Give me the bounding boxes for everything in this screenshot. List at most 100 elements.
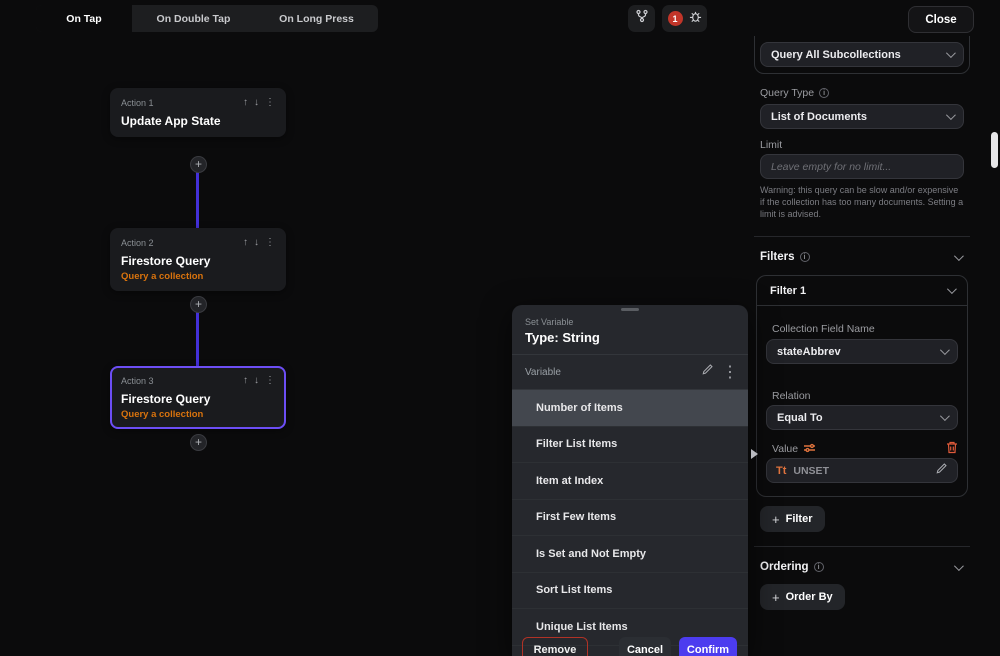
chevron-down-icon [940, 345, 950, 355]
chevron-down-icon [946, 110, 956, 120]
field-name-label: Collection Field Name [772, 323, 875, 335]
action-card-3[interactable]: Action 3 ↑ ↓ ⋮ Firestore Query Query a c… [110, 366, 286, 429]
action-index-label: Action 2 [121, 238, 154, 248]
value-label-row: Value [772, 441, 958, 457]
subcollections-dropdown[interactable]: Query All Subcollections [760, 42, 964, 67]
popup-footer: Remove Cancel Confirm [512, 637, 748, 656]
move-up-icon[interactable]: ↑ [243, 237, 248, 248]
value-field[interactable]: Tt UNSET [766, 458, 958, 483]
divider [754, 546, 970, 547]
add-action-button[interactable]: + [190, 434, 207, 451]
query-type-dropdown[interactable]: List of Documents [760, 104, 964, 129]
chevron-down-icon [940, 411, 950, 421]
subcollections-value: Query All Subcollections [771, 49, 901, 61]
branch-icon [635, 9, 649, 28]
filters-collapse-chevron[interactable] [954, 251, 964, 261]
top-bar: On Tap On Double Tap On Long Press 1 Clo… [0, 0, 1000, 36]
query-type-value: List of Documents [771, 111, 867, 123]
limit-label: Limit [760, 139, 782, 151]
field-name-dropdown[interactable]: stateAbbrev [766, 339, 958, 364]
value-unset-text: UNSET [793, 465, 829, 477]
move-up-icon[interactable]: ↑ [243, 97, 248, 108]
option-item-at-index[interactable]: Item at Index [512, 463, 748, 500]
action-title: Firestore Query [121, 254, 275, 268]
set-from-variable-icon[interactable] [803, 443, 816, 456]
kebab-menu-icon[interactable]: ⋮ [722, 362, 738, 382]
delete-filter-icon[interactable] [946, 441, 958, 457]
action-index-label: Action 1 [121, 98, 154, 108]
issues-button[interactable]: 1 [662, 5, 707, 32]
relation-label: Relation [772, 390, 811, 402]
divider [754, 236, 970, 237]
option-first-few-items[interactable]: First Few Items [512, 500, 748, 537]
info-icon[interactable]: i [814, 562, 824, 572]
action-index-label: Action 3 [121, 376, 154, 386]
option-filter-list-items[interactable]: Filter List Items [512, 427, 748, 464]
popup-kicker: Set Variable [525, 317, 735, 327]
chevron-down-icon [947, 284, 957, 294]
text-type-icon: Tt [776, 465, 786, 477]
add-action-button[interactable]: + [190, 156, 207, 173]
ordering-section-header[interactable]: Ordering i [760, 561, 824, 573]
drag-handle[interactable] [621, 308, 639, 311]
panel-collapse-arrow[interactable] [751, 449, 758, 459]
move-down-icon[interactable]: ↓ [254, 97, 259, 108]
cancel-button[interactable]: Cancel [619, 637, 671, 656]
query-settings-panel: Query All Subcollections Query Type i Li… [748, 0, 990, 656]
plus-icon: + [772, 512, 780, 527]
option-number-of-items[interactable]: Number of Items [512, 390, 748, 427]
confirm-button[interactable]: Confirm [679, 637, 737, 656]
branch-button[interactable] [628, 5, 655, 32]
set-variable-popup: Set Variable Type: String Variable ⋮ Num… [512, 305, 748, 656]
ordering-label: Ordering [760, 561, 809, 573]
move-down-icon[interactable]: ↓ [254, 237, 259, 248]
action-subtitle: Query a collection [121, 409, 275, 420]
value-label: Value [772, 443, 798, 455]
action-subtitle: Query a collection [121, 271, 275, 282]
move-down-icon[interactable]: ↓ [254, 375, 259, 386]
action-title: Update App State [121, 114, 275, 128]
add-order-by-button[interactable]: + Order By [760, 584, 845, 610]
tab-on-long-press[interactable]: On Long Press [255, 5, 378, 32]
kebab-menu-icon[interactable]: ⋮ [265, 237, 275, 248]
add-action-button[interactable]: + [190, 296, 207, 313]
popup-title: Type: String [525, 330, 735, 345]
action-flow-editor: On Tap On Double Tap On Long Press 1 Clo… [0, 0, 1000, 656]
variable-row: Variable ⋮ [512, 355, 748, 390]
add-filter-button[interactable]: + Filter [760, 506, 825, 532]
remove-button[interactable]: Remove [522, 637, 588, 656]
option-is-set-and-not-empty[interactable]: Is Set and Not Empty [512, 536, 748, 573]
relation-dropdown[interactable]: Equal To [766, 405, 958, 430]
field-name-value: stateAbbrev [777, 346, 841, 358]
option-sort-list-items[interactable]: Sort List Items [512, 573, 748, 610]
filters-label: Filters [760, 251, 795, 263]
relation-value: Equal To [777, 412, 823, 424]
limit-input[interactable] [760, 154, 964, 179]
chevron-down-icon [946, 48, 956, 58]
tab-on-double-tap[interactable]: On Double Tap [132, 5, 255, 32]
scrollbar-thumb[interactable] [991, 132, 998, 168]
error-count-badge: 1 [668, 11, 683, 26]
edit-variable-icon[interactable] [701, 363, 714, 381]
gesture-tabbar: On Tap On Double Tap On Long Press [36, 5, 378, 32]
move-up-icon[interactable]: ↑ [243, 375, 248, 386]
action-card-1[interactable]: Action 1 ↑ ↓ ⋮ Update App State [110, 88, 286, 137]
filter-item-header[interactable]: Filter 1 [757, 276, 967, 306]
popup-header: Set Variable Type: String [512, 305, 748, 355]
close-button[interactable]: Close [908, 6, 974, 33]
ordering-collapse-chevron[interactable] [954, 561, 964, 571]
info-icon[interactable]: i [800, 252, 810, 262]
tab-on-tap[interactable]: On Tap [36, 5, 132, 32]
action-title: Firestore Query [121, 392, 275, 406]
action-card-2[interactable]: Action 2 ↑ ↓ ⋮ Firestore Query Query a c… [110, 228, 286, 291]
variable-label: Variable [525, 367, 561, 378]
plus-icon: + [772, 590, 780, 605]
kebab-menu-icon[interactable]: ⋮ [265, 375, 275, 386]
query-type-label: Query Type i [760, 87, 829, 99]
limit-warning-text: Warning: this query can be slow and/or e… [760, 184, 964, 220]
kebab-menu-icon[interactable]: ⋮ [265, 97, 275, 108]
edit-value-icon[interactable] [935, 462, 948, 480]
info-icon[interactable]: i [819, 88, 829, 98]
filter-title: Filter 1 [770, 285, 806, 297]
filters-section-header[interactable]: Filters i [760, 251, 810, 263]
